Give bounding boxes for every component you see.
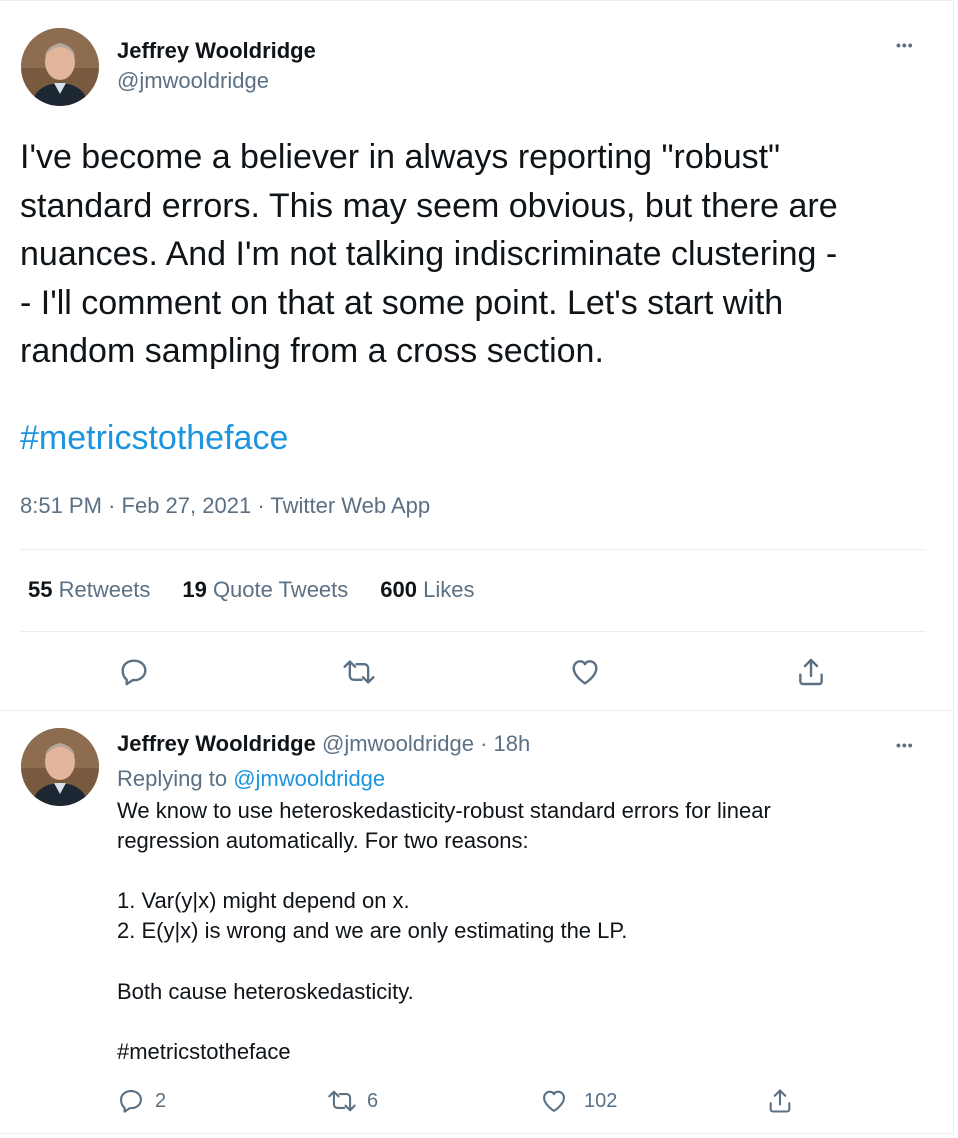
tweet-text-line: - I'll comment on that at some point. Le… xyxy=(20,283,784,322)
tweet-date[interactable]: Feb 27, 2021 xyxy=(122,493,252,518)
reply-count: 2 xyxy=(155,1089,167,1112)
replying-to: Replying to @jmwooldridge xyxy=(117,766,385,792)
tweet-text: I've become a believer in always reporti… xyxy=(20,133,930,376)
hashtag-link[interactable]: #metricstotheface xyxy=(20,419,288,458)
like-icon xyxy=(543,1090,565,1112)
meta-separator: · xyxy=(108,493,116,518)
reply-hashtag-link[interactable]: #metricstotheface xyxy=(117,1039,291,1065)
reply-reply-button[interactable]: 2 xyxy=(117,1087,166,1115)
quotes-count: 19 xyxy=(182,577,207,602)
quotes-label: Quote Tweets xyxy=(212,577,349,602)
reply-text-line: 1. Var(y|x) might depend on x. xyxy=(117,888,410,913)
like-icon xyxy=(572,660,598,685)
share-icon xyxy=(769,1089,791,1113)
author-name[interactable]: Jeffrey Wooldridge xyxy=(117,38,316,64)
reply-button[interactable] xyxy=(118,656,150,688)
retweets-label: Retweets xyxy=(58,577,151,602)
reply-author-name[interactable]: Jeffrey Wooldridge xyxy=(117,731,316,756)
divider xyxy=(0,710,954,711)
tweet-metadata: 8:51 PM · Feb 27, 2021 · Twitter Web App xyxy=(20,493,430,519)
reply-avatar[interactable] xyxy=(21,728,99,806)
author-handle[interactable]: @jmwooldridge xyxy=(117,68,269,94)
reply-header: Jeffrey Wooldridge @jmwooldridge · 18h xyxy=(117,731,530,757)
tweet-time[interactable]: 8:51 PM xyxy=(20,493,102,518)
reply-time[interactable]: 18h xyxy=(494,731,531,756)
retweet-icon xyxy=(328,1090,356,1112)
tweet-text-line: random sampling from a cross section. xyxy=(20,332,604,370)
likes-label: Likes xyxy=(423,577,475,602)
reply-separator: · xyxy=(480,731,488,756)
tweet-text-line: standard errors. This may seem obvious, … xyxy=(20,186,838,225)
replying-prefix: Replying to xyxy=(117,766,228,791)
retweets-count: 55 xyxy=(28,577,53,602)
reply-text-line: regression automatically. For two reason… xyxy=(117,828,529,853)
tweet-detail-frame: Jeffrey Wooldridge @jmwooldridge ••• I'v… xyxy=(0,0,954,1134)
avatar-image xyxy=(21,728,99,806)
reply-author-handle[interactable]: @jmwooldridge xyxy=(322,731,474,756)
meta-separator: · xyxy=(257,493,265,518)
tweet-source[interactable]: Twitter Web App xyxy=(270,493,430,518)
divider xyxy=(20,549,926,550)
tweet-text-line: nuances. And I'm not talking indiscrimin… xyxy=(20,235,838,273)
retweet-count: 6 xyxy=(367,1089,379,1112)
share-icon xyxy=(799,658,823,686)
reply-share-button[interactable] xyxy=(766,1087,794,1115)
like-button[interactable] xyxy=(569,656,601,688)
more-icon[interactable]: ••• xyxy=(896,737,914,753)
avatar-image xyxy=(21,28,99,106)
like-count: 102 xyxy=(584,1089,618,1112)
tweet-stats: 55 Retweets 19 Quote Tweets 600 Likes xyxy=(28,577,474,603)
retweets-stat[interactable]: 55 Retweets xyxy=(28,577,150,603)
reply-text-line: We know to use heteroskedasticity-robust… xyxy=(117,798,771,823)
share-button[interactable] xyxy=(795,656,827,688)
quote-tweets-stat[interactable]: 19 Quote Tweets xyxy=(182,577,348,603)
divider xyxy=(20,631,926,632)
reply-icon xyxy=(121,659,147,686)
avatar[interactable] xyxy=(21,28,99,106)
replying-handle-link[interactable]: @jmwooldridge xyxy=(233,766,385,791)
retweet-icon xyxy=(343,660,375,684)
reply-icon xyxy=(120,1090,142,1113)
retweet-button[interactable] xyxy=(342,656,376,688)
reply-retweet-button[interactable]: 6 xyxy=(327,1087,378,1115)
more-icon[interactable]: ••• xyxy=(896,37,914,53)
likes-stat[interactable]: 600 Likes xyxy=(380,577,474,603)
reply-text-line: 2. E(y|x) is wrong and we are only estim… xyxy=(117,918,628,943)
reply-text-line: Both cause heteroskedasticity. xyxy=(117,979,414,1004)
reply-like-button[interactable]: 102 xyxy=(540,1087,617,1115)
tweet-text-line: I've become a believer in always reporti… xyxy=(20,138,781,176)
likes-count: 600 xyxy=(380,577,417,602)
